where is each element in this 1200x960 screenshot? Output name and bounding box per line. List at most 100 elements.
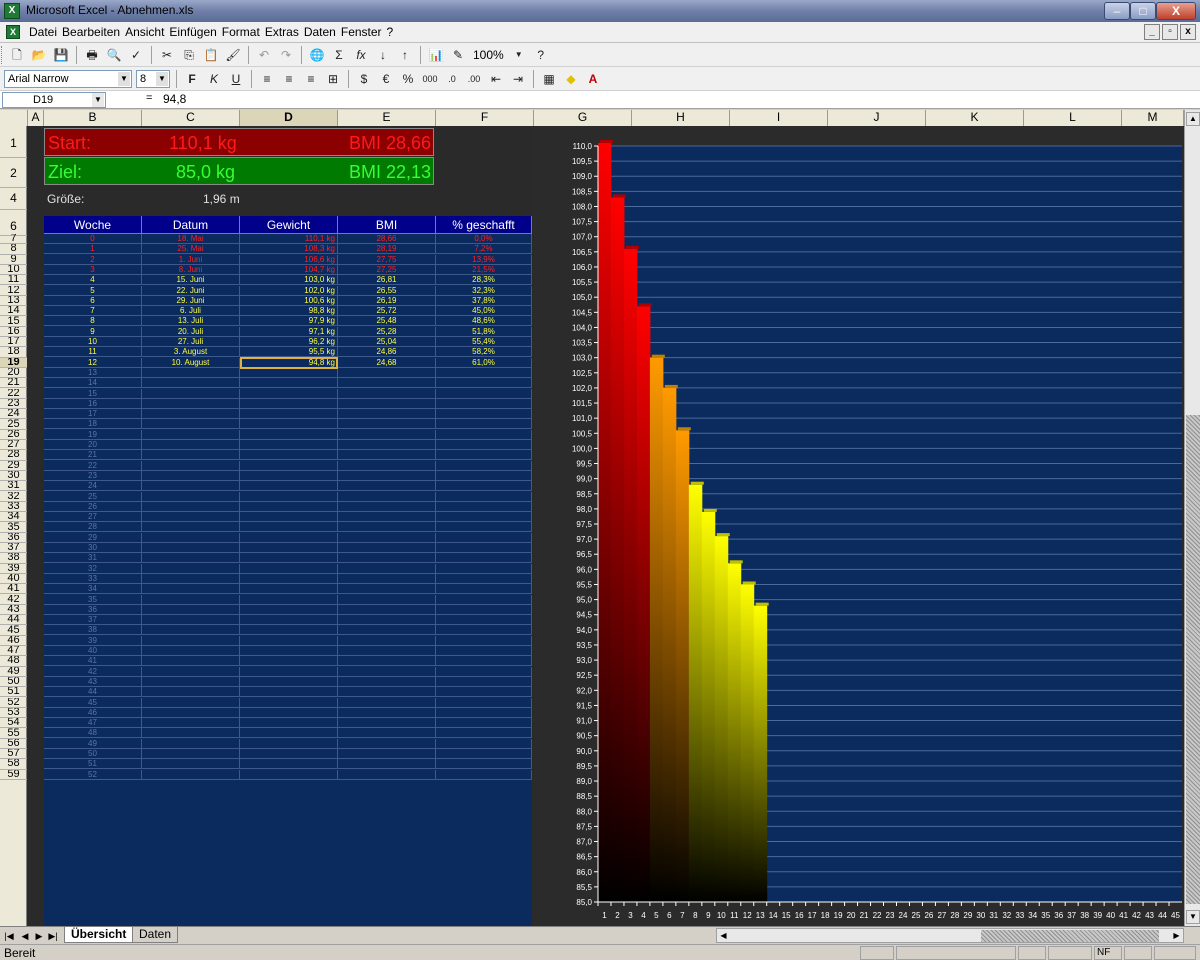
table-cell-week[interactable]: 21 xyxy=(44,450,142,461)
font-dropdown-icon[interactable]: ▼ xyxy=(118,72,130,86)
table-cell-week[interactable]: 18 xyxy=(44,419,142,430)
table-cell-empty[interactable] xyxy=(142,440,240,450)
worksheet[interactable]: 1 2 4 6 7 8 9 10 11 12 13 14 15 16 17 18 19 20 21 22 23 24 25 2… xyxy=(0,126,1184,926)
table-cell-pct[interactable]: 0,0% xyxy=(436,234,532,244)
table-cell-week[interactable]: 2 xyxy=(44,254,142,265)
row-header[interactable]: 54 xyxy=(0,718,27,729)
align-center-icon[interactable]: ≡ xyxy=(280,70,298,88)
table-cell-empty[interactable] xyxy=(240,522,338,533)
save-icon[interactable]: 💾 xyxy=(52,46,70,64)
table-cell-date[interactable]: 6. Juli xyxy=(142,306,240,317)
euro-icon[interactable]: € xyxy=(377,70,395,88)
table-cell-empty[interactable] xyxy=(142,615,240,626)
table-cell-empty[interactable] xyxy=(142,470,240,481)
table-cell-empty[interactable] xyxy=(240,769,338,780)
row-header[interactable]: 29 xyxy=(0,461,27,471)
table-cell-pct[interactable]: 13,9% xyxy=(436,254,532,265)
table-cell-week[interactable]: 37 xyxy=(44,615,142,626)
table-cell-date[interactable]: 15. Juni xyxy=(142,275,240,286)
table-cell-date[interactable]: 1. Juni xyxy=(142,254,240,265)
table-cell-empty[interactable] xyxy=(338,532,436,543)
table-cell-empty[interactable] xyxy=(338,388,436,399)
table-cell-date[interactable]: 20. Juli xyxy=(142,326,240,337)
prev-sheet-icon[interactable]: ◀ xyxy=(19,929,31,943)
table-cell-week[interactable]: 40 xyxy=(44,646,142,656)
table-cell-date[interactable]: 25. Mai xyxy=(142,244,240,255)
column-header[interactable]: A xyxy=(28,110,44,126)
vertical-scrollbar[interactable]: ▲ ▼ xyxy=(1184,110,1200,926)
table-cell-pct[interactable]: 58,2% xyxy=(436,347,532,358)
table-cell-empty[interactable] xyxy=(240,759,338,770)
table-cell-empty[interactable] xyxy=(240,573,338,584)
table-cell-pct[interactable]: 51,8% xyxy=(436,326,532,337)
table-cell-empty[interactable] xyxy=(436,367,532,378)
table-cell-empty[interactable] xyxy=(338,666,436,677)
column-header[interactable]: D xyxy=(240,110,338,126)
table-cell-empty[interactable] xyxy=(240,594,338,605)
formula-input[interactable]: 94,8 xyxy=(163,92,186,106)
table-cell-date[interactable]: 8. Juni xyxy=(142,264,240,275)
table-cell-empty[interactable] xyxy=(436,635,532,646)
table-cell-weight[interactable]: 97,1 kg xyxy=(240,326,338,337)
table-header[interactable]: Datum xyxy=(142,216,240,234)
table-cell-empty[interactable] xyxy=(142,429,240,440)
table-cell-empty[interactable] xyxy=(338,367,436,378)
new-file-icon[interactable]: 🗋 xyxy=(8,46,26,64)
table-cell-bmi[interactable]: 24,86 xyxy=(338,347,436,358)
table-cell-pct[interactable]: 28,3% xyxy=(436,275,532,286)
table-cell-empty[interactable] xyxy=(142,584,240,595)
row-header[interactable]: 2 xyxy=(0,158,27,188)
row-header[interactable]: 38 xyxy=(0,553,27,564)
print-preview-icon[interactable]: 🔍 xyxy=(105,46,123,64)
table-cell-empty[interactable] xyxy=(338,604,436,615)
table-cell-pct[interactable]: 48,6% xyxy=(436,316,532,327)
table-cell-empty[interactable] xyxy=(240,491,338,502)
start-banner[interactable]: Start: 110,1 kg BMI 28,66 xyxy=(44,128,434,156)
table-cell-week[interactable]: 19 xyxy=(44,429,142,440)
table-cell-empty[interactable] xyxy=(240,584,338,595)
table-cell-pct[interactable]: 61,0% xyxy=(436,357,532,368)
row-header[interactable]: 9 xyxy=(0,255,27,265)
font-size-dropdown-icon[interactable]: ▼ xyxy=(156,72,168,86)
table-cell-week[interactable]: 39 xyxy=(44,635,142,646)
table-cell-empty[interactable] xyxy=(240,604,338,615)
table-cell-empty[interactable] xyxy=(240,676,338,687)
table-cell-empty[interactable] xyxy=(338,553,436,564)
table-cell-empty[interactable] xyxy=(436,646,532,656)
row-header[interactable]: 43 xyxy=(0,605,27,616)
doc-close-button[interactable]: x xyxy=(1180,24,1196,40)
row-header[interactable]: 25 xyxy=(0,419,27,430)
table-cell-empty[interactable] xyxy=(142,388,240,399)
table-cell-week[interactable]: 23 xyxy=(44,470,142,481)
table-cell-week[interactable]: 17 xyxy=(44,409,142,420)
table-cell-week[interactable]: 0 xyxy=(44,234,142,244)
table-cell-bmi[interactable]: 26,55 xyxy=(338,285,436,296)
row-header[interactable]: 53 xyxy=(0,708,27,719)
table-cell-week[interactable]: 42 xyxy=(44,666,142,677)
format-painter-icon[interactable]: 🖌 xyxy=(224,46,242,64)
table-cell-empty[interactable] xyxy=(240,656,338,667)
table-cell-week[interactable]: 41 xyxy=(44,656,142,667)
table-cell-empty[interactable] xyxy=(436,676,532,687)
table-cell-week[interactable]: 44 xyxy=(44,687,142,698)
column-header[interactable]: B xyxy=(44,110,142,126)
table-cell-empty[interactable] xyxy=(436,398,532,409)
table-cell-week[interactable]: 52 xyxy=(44,769,142,780)
row-header[interactable]: 39 xyxy=(0,564,27,574)
table-cell-week[interactable]: 28 xyxy=(44,522,142,533)
table-cell-weight[interactable]: 95,5 kg xyxy=(240,347,338,358)
table-cell-empty[interactable] xyxy=(240,728,338,739)
table-cell-bmi[interactable]: 25,28 xyxy=(338,326,436,337)
table-cell-empty[interactable] xyxy=(240,646,338,656)
increase-decimal-icon[interactable]: .0 xyxy=(443,70,461,88)
row-header[interactable]: 58 xyxy=(0,759,27,770)
scroll-down-icon[interactable]: ▼ xyxy=(1186,910,1200,924)
table-cell-weight[interactable]: 94,8 kg xyxy=(240,357,338,368)
table-cell-empty[interactable] xyxy=(338,759,436,770)
table-cell-empty[interactable] xyxy=(240,553,338,564)
table-cell-empty[interactable] xyxy=(142,728,240,739)
table-cell-week[interactable]: 3 xyxy=(44,264,142,275)
table-cell-empty[interactable] xyxy=(338,676,436,687)
first-sheet-icon[interactable]: |◀ xyxy=(3,929,15,943)
table-cell-empty[interactable] xyxy=(436,491,532,502)
